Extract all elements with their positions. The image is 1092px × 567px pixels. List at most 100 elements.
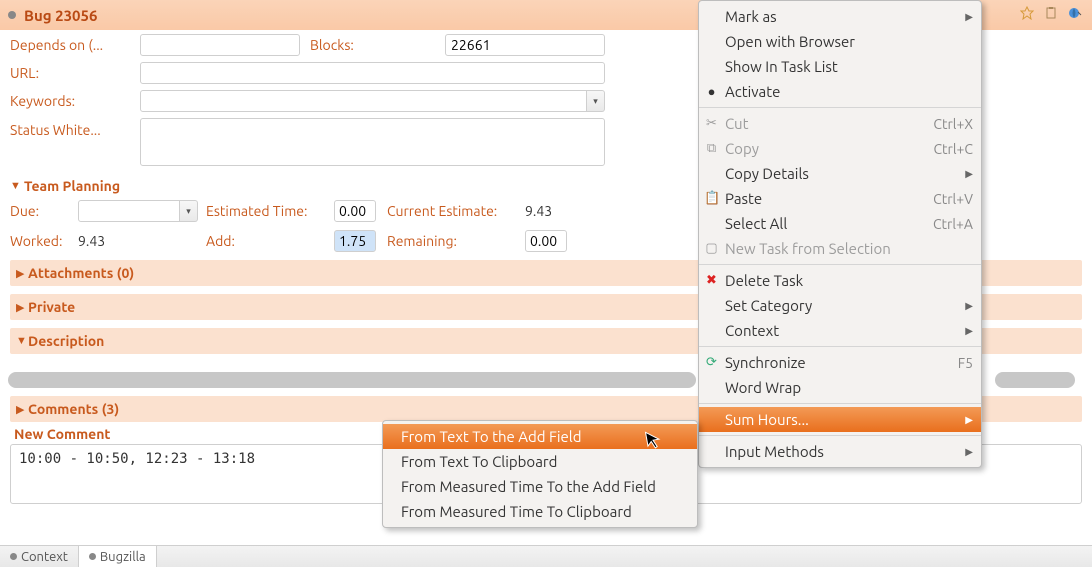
url-input[interactable] <box>140 62 605 84</box>
bullet-icon <box>8 11 16 19</box>
menu-label: New Task from Selection <box>725 240 891 257</box>
due-input[interactable] <box>78 200 180 222</box>
scissors-icon: ✂ <box>704 116 719 131</box>
blocks-label: Blocks: <box>310 37 435 53</box>
keywords-dropdown-button[interactable]: ▾ <box>587 90 605 112</box>
menu-show-task-list[interactable]: Show In Task List <box>699 54 981 79</box>
menu-set-category[interactable]: Set Category ▶ <box>699 293 981 318</box>
dot-icon <box>89 553 96 560</box>
redacted-area <box>995 372 1075 388</box>
menu-paste[interactable]: 📋 Paste Ctrl+V <box>699 186 981 211</box>
due-combo[interactable]: ▾ <box>78 200 198 222</box>
window-title: Bug 23056 <box>24 7 97 24</box>
menu-label: From Measured Time To the Add Field <box>401 478 656 495</box>
menu-label: Copy Details <box>725 165 809 182</box>
accel: Ctrl+V <box>933 191 973 207</box>
add-input[interactable] <box>334 230 376 252</box>
star-icon[interactable] <box>1020 6 1034 20</box>
submenu-arrow-icon: ▶ <box>965 325 973 337</box>
keywords-label: Keywords: <box>10 93 130 109</box>
accel: Ctrl+C <box>933 141 973 157</box>
menu-label: From Text To the Add Field <box>401 428 582 445</box>
tab-bugzilla[interactable]: Bugzilla <box>79 546 157 567</box>
menu-label: Show In Task List <box>725 58 838 75</box>
menu-label: Input Methods <box>725 443 824 460</box>
menu-context[interactable]: Context ▶ <box>699 318 981 343</box>
menu-mark-as[interactable]: Mark as▶ <box>699 4 981 29</box>
menu-label: Sum Hours... <box>725 411 809 428</box>
menu-delete-task[interactable]: ✖ Delete Task <box>699 268 981 293</box>
accel: Ctrl+A <box>933 216 973 232</box>
globe-icon[interactable] <box>1068 6 1082 20</box>
menu-label: Word Wrap <box>725 379 801 396</box>
menu-from-measured-to-clipboard[interactable]: From Measured Time To Clipboard <box>383 499 697 524</box>
submenu-arrow-icon: ▶ <box>965 168 973 180</box>
menu-label: Set Category <box>725 297 812 314</box>
dot-icon: ● <box>704 84 719 99</box>
remaining-label: Remaining: <box>387 233 517 249</box>
clipboard-icon[interactable] <box>1044 6 1058 20</box>
collapse-icon: ▶ <box>16 403 26 416</box>
submenu-arrow-icon: ▶ <box>965 414 973 426</box>
team-planning-title: Team Planning <box>24 178 120 194</box>
current-estimate-label: Current Estimate: <box>387 203 517 219</box>
menu-activate[interactable]: ● Activate <box>699 79 981 104</box>
url-label: URL: <box>10 65 130 81</box>
expand-icon: ▼ <box>16 335 26 347</box>
menu-open-browser[interactable]: Open with Browser <box>699 29 981 54</box>
submenu-arrow-icon: ▶ <box>965 300 973 312</box>
menu-label: Context <box>725 322 779 339</box>
menu-label: Open with Browser <box>725 33 855 50</box>
menu-copy-details[interactable]: Copy Details ▶ <box>699 161 981 186</box>
status-white-label: Status White... <box>10 118 130 138</box>
menu-from-measured-to-add[interactable]: From Measured Time To the Add Field <box>383 474 697 499</box>
delete-icon: ✖ <box>704 273 719 288</box>
keywords-combo[interactable]: ▾ <box>140 90 605 112</box>
menu-word-wrap[interactable]: Word Wrap <box>699 375 981 400</box>
menu-label: Mark as <box>725 8 777 25</box>
clipboard-icon: 📋 <box>704 191 719 206</box>
context-menu: Mark as▶ Open with Browser Show In Task … <box>698 0 982 468</box>
menu-label: From Measured Time To Clipboard <box>401 503 632 520</box>
depends-on-label: Depends on (... <box>10 37 130 53</box>
menu-label: Paste <box>725 190 762 207</box>
menu-new-task-selection: ▢ New Task from Selection <box>699 236 981 261</box>
menu-from-text-to-clipboard[interactable]: From Text To Clipboard <box>383 449 697 474</box>
status-white-textarea[interactable] <box>140 118 605 166</box>
due-dropdown-button[interactable]: ▾ <box>180 200 198 222</box>
menu-input-methods[interactable]: Input Methods ▶ <box>699 439 981 464</box>
remaining-input[interactable] <box>525 230 567 252</box>
collapse-icon: ▶ <box>16 301 26 314</box>
task-icon: ▢ <box>704 241 719 256</box>
menu-label: Copy <box>725 140 759 157</box>
estimated-time-label: Estimated Time: <box>206 203 326 219</box>
current-estimate-value: 9.43 <box>525 203 570 219</box>
keywords-input[interactable] <box>140 90 587 112</box>
menu-label: Synchronize <box>725 354 806 371</box>
depends-on-input[interactable] <box>140 34 300 56</box>
menu-sum-hours[interactable]: Sum Hours... ▶ <box>699 407 981 432</box>
menu-label: Cut <box>725 115 749 132</box>
attachments-title: Attachments (0) <box>28 265 134 281</box>
tab-context[interactable]: Context <box>0 546 79 567</box>
add-label: Add: <box>206 233 326 249</box>
menu-label: Activate <box>725 83 780 100</box>
sync-icon: ⟳ <box>704 355 719 370</box>
redacted-area <box>8 372 696 388</box>
tab-label: Bugzilla <box>100 550 146 564</box>
menu-copy: ⧉ Copy Ctrl+C <box>699 136 981 161</box>
accel: Ctrl+X <box>933 116 973 132</box>
submenu-arrow-icon: ▶ <box>965 446 973 458</box>
worked-value: 9.43 <box>78 233 198 249</box>
menu-synchronize[interactable]: ⟳SynchronizeF5 <box>699 350 981 375</box>
blocks-input[interactable] <box>445 34 605 56</box>
toolbar-icons <box>1020 6 1082 20</box>
menu-from-text-to-add[interactable]: From Text To the Add Field <box>383 424 697 449</box>
menu-label: Delete Task <box>725 272 803 289</box>
menu-select-all[interactable]: Select AllCtrl+A <box>699 211 981 236</box>
due-label: Due: <box>10 203 70 219</box>
bottom-tabs: Context Bugzilla <box>0 545 1092 567</box>
copy-icon: ⧉ <box>704 141 719 156</box>
menu-label: From Text To Clipboard <box>401 453 557 470</box>
estimated-time-input[interactable] <box>334 200 376 222</box>
